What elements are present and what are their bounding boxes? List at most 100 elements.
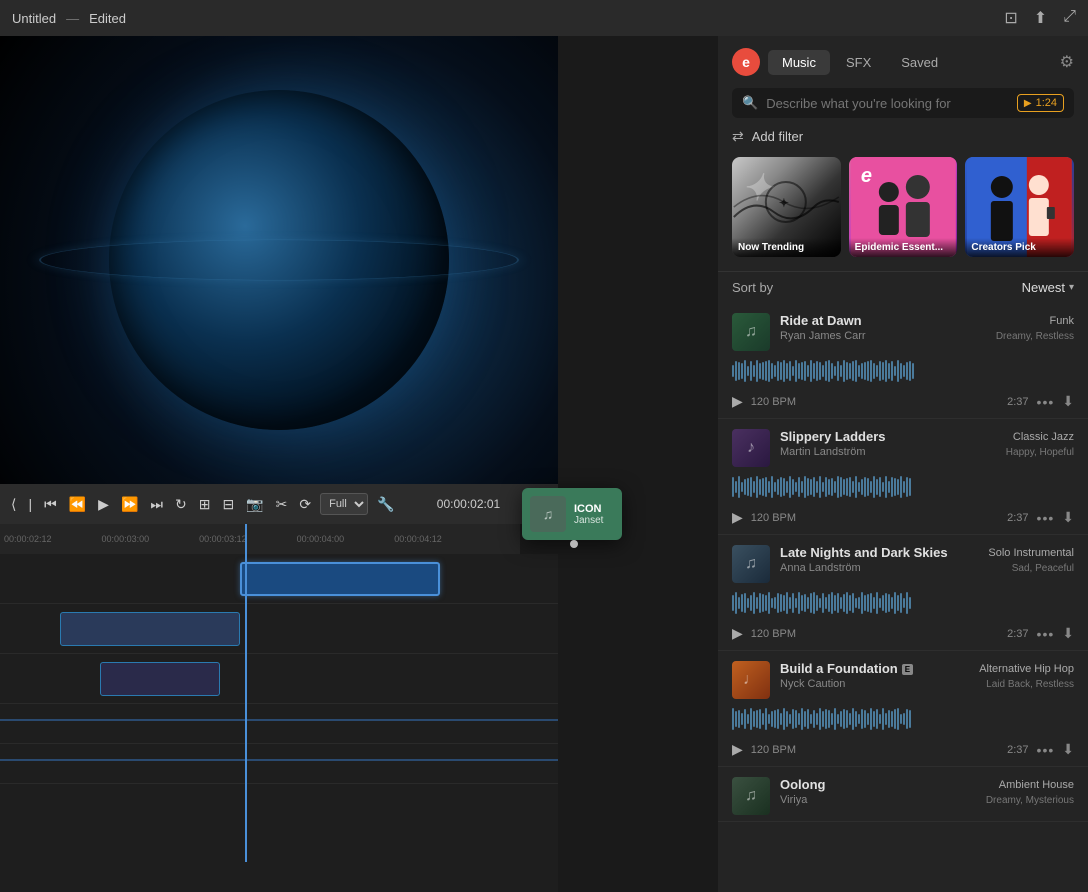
wbar xyxy=(801,362,803,380)
wbar xyxy=(855,476,857,498)
track-slippery-thumb: ♪ xyxy=(732,429,770,467)
track-oolong: ♫ Oolong Ambient House Viriya Dreamy, My… xyxy=(718,767,1088,822)
transform-button[interactable]: ⟳ xyxy=(296,493,314,516)
track-clip-3[interactable] xyxy=(100,662,220,696)
wbar xyxy=(888,363,890,379)
sort-chevron-icon: ▾ xyxy=(1069,282,1074,293)
wbar xyxy=(897,360,899,382)
wbar xyxy=(852,593,854,613)
prev-frame-button[interactable]: ⏮ xyxy=(41,493,60,516)
tab-sfx[interactable]: SFX xyxy=(832,50,885,75)
featured-card-epidemic[interactable]: e Epidemic Essent... xyxy=(849,157,958,257)
wbar xyxy=(837,714,839,724)
track-slippery-bpm: 120 BPM xyxy=(751,512,796,524)
track-list: ♫ Ride at Dawn Funk Ryan James Carr Drea… xyxy=(718,303,1088,892)
tab-music[interactable]: Music xyxy=(768,50,830,75)
wbar xyxy=(771,476,773,498)
wbar xyxy=(819,476,821,498)
playhead[interactable] xyxy=(245,524,247,862)
wbar xyxy=(804,476,806,498)
sort-value: Newest xyxy=(1022,280,1065,295)
wbar xyxy=(894,592,896,614)
wbar xyxy=(876,592,878,614)
cursor-indicator xyxy=(570,540,578,548)
wbar xyxy=(798,592,800,614)
featured-card-creators[interactable]: Creators Pick xyxy=(965,157,1074,257)
wbar xyxy=(825,477,827,497)
tool-button[interactable]: 🔧 xyxy=(374,493,397,516)
track-build-foundation: ♩ Build a FoundationE Alternative Hip Ho… xyxy=(718,651,1088,767)
featured-card-trending[interactable]: ✦ ✦ Now Trending xyxy=(732,157,841,257)
wbar xyxy=(756,360,758,382)
wbar xyxy=(768,592,770,614)
wbar xyxy=(822,482,824,492)
wbar xyxy=(822,365,824,377)
wbar xyxy=(750,477,752,497)
tab-saved[interactable]: Saved xyxy=(887,50,952,75)
wbar xyxy=(768,714,770,724)
wbar xyxy=(744,479,746,495)
track-ride-download-button[interactable]: ⬇ xyxy=(1062,393,1074,410)
track-clip-1[interactable] xyxy=(240,562,440,596)
wbar xyxy=(807,709,809,729)
mark-out-button[interactable]: | xyxy=(25,493,35,515)
track-ride-artist-row: Ryan James Carr Dreamy, Restless xyxy=(780,330,1074,342)
wbar xyxy=(888,710,890,728)
wbar xyxy=(777,479,779,495)
wbar xyxy=(864,362,866,380)
track-slippery-download-button[interactable]: ⬇ xyxy=(1062,509,1074,526)
wbar xyxy=(894,709,896,729)
track-ride-info: Ride at Dawn Funk Ryan James Carr Dreamy… xyxy=(780,313,1074,342)
step-back-button[interactable]: ⏪ xyxy=(66,493,89,516)
zoom-select[interactable]: Full xyxy=(320,493,368,515)
snap-button[interactable]: ⊞ xyxy=(196,493,214,516)
track-late-download-button[interactable]: ⬇ xyxy=(1062,625,1074,642)
search-input[interactable] xyxy=(766,96,1009,111)
track-build-controls: ▶ 120 BPM 2:37 ••• ⬇ xyxy=(732,737,1074,766)
play-pause-button[interactable]: ▶ xyxy=(95,493,112,516)
window-icon-2[interactable]: ⬆ xyxy=(1034,8,1047,28)
window-icon-3[interactable]: ⤢ xyxy=(1063,8,1076,28)
track-late-play-button[interactable]: ▶ xyxy=(732,625,743,642)
settings-icon[interactable]: ⚙ xyxy=(1060,52,1074,72)
track-ride-more-button[interactable]: ••• xyxy=(1037,394,1055,410)
wbar xyxy=(909,478,911,496)
wbar xyxy=(900,476,902,498)
wbar xyxy=(819,598,821,608)
track-clip-2[interactable] xyxy=(60,612,240,646)
video-frame xyxy=(0,36,558,484)
track-oolong-title-row: Oolong Ambient House xyxy=(780,777,1074,792)
window-icon-1[interactable]: ⊡ xyxy=(1004,8,1017,28)
track-build-play-button[interactable]: ▶ xyxy=(732,741,743,758)
track-slippery-more-button[interactable]: ••• xyxy=(1037,510,1055,526)
loop-button[interactable]: ↻ xyxy=(172,493,190,516)
split-button[interactable]: ⊟ xyxy=(219,493,237,516)
timeline-ruler: 00:00:02:12 00:00:03:00 00:00:03:12 00:0… xyxy=(0,524,520,554)
wbar xyxy=(819,362,821,380)
track-build-download-button[interactable]: ⬇ xyxy=(1062,741,1074,758)
wbar xyxy=(759,479,761,495)
add-filter-bar[interactable]: ⇄ Add filter xyxy=(732,128,1074,145)
wbar xyxy=(777,593,779,613)
wbar xyxy=(813,363,815,379)
wbar xyxy=(906,709,908,729)
track-ride-title: Ride at Dawn xyxy=(780,313,862,328)
top-bar: Untitled — Edited ⊡ ⬆ ⤢ xyxy=(0,0,1088,36)
track-ride-play-button[interactable]: ▶ xyxy=(732,393,743,410)
next-frame-button[interactable]: ⏭ xyxy=(147,493,166,516)
track-build-more-button[interactable]: ••• xyxy=(1037,742,1055,758)
wbar xyxy=(771,711,773,727)
trim-button[interactable]: ✂ xyxy=(273,493,291,516)
step-forward-button[interactable]: ⏩ xyxy=(118,493,141,516)
track-build-artist-row: Nyck Caution Laid Back, Restless xyxy=(780,678,1074,690)
track-oolong-header: ♫ Oolong Ambient House Viriya Dreamy, My… xyxy=(732,777,1074,815)
wbar xyxy=(858,482,860,492)
wbar xyxy=(753,481,755,493)
sort-dropdown[interactable]: Newest ▾ xyxy=(1022,280,1074,295)
screenshot-button[interactable]: 📷 xyxy=(243,493,266,516)
track-late-more-button[interactable]: ••• xyxy=(1037,626,1055,642)
track-slippery-play-button[interactable]: ▶ xyxy=(732,509,743,526)
mark-in-button[interactable]: ⟨ xyxy=(8,493,19,516)
wbar xyxy=(894,478,896,496)
sort-bar: Sort by Newest ▾ xyxy=(718,271,1088,303)
